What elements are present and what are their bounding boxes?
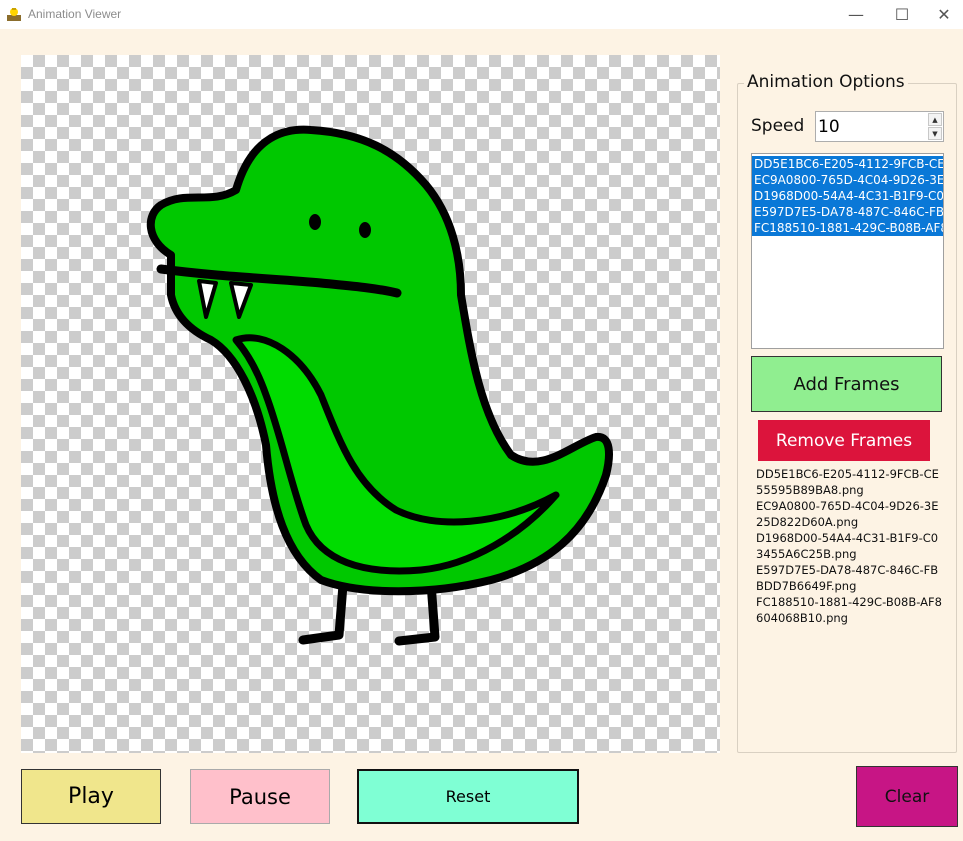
- app-icon: [6, 6, 22, 22]
- clear-button[interactable]: Clear: [856, 766, 958, 827]
- dinosaur-frame-image: [146, 125, 613, 646]
- title-bar: Animation Viewer — ☐ ✕: [0, 0, 963, 29]
- add-frames-button[interactable]: Add Frames: [751, 356, 942, 412]
- animation-canvas: [21, 55, 720, 753]
- speed-stepper[interactable]: ▲ ▼: [815, 111, 944, 142]
- speed-label: Speed: [751, 116, 805, 136]
- list-item[interactable]: EC9A0800-765D-4C04-9D26-3E25D822D60A.png: [752, 172, 943, 188]
- animation-options-title: Animation Options: [744, 72, 908, 92]
- list-item[interactable]: E597D7E5-DA78-487C-846C-FBBDD7B6649F.png: [752, 204, 943, 220]
- frame-list[interactable]: DD5E1BC6-E205-4112-9FCB-CE55595B89BA8.pn…: [751, 153, 944, 349]
- list-item[interactable]: FC188510-1881-429C-B08B-AF8604068B10.png: [752, 220, 943, 236]
- speed-input[interactable]: [818, 114, 922, 139]
- window-title: Animation Viewer: [28, 7, 122, 21]
- list-item[interactable]: DD5E1BC6-E205-4112-9FCB-CE55595B89BA8.pn…: [752, 156, 943, 172]
- spin-down-icon[interactable]: ▼: [928, 127, 942, 140]
- frame-names-text: DD5E1BC6-E205-4112-9FCB-CE55595B89BA8.pn…: [756, 467, 942, 625]
- play-button[interactable]: Play: [21, 769, 161, 824]
- pause-button[interactable]: Pause: [190, 769, 330, 824]
- close-button[interactable]: ✕: [921, 0, 963, 29]
- spin-up-icon[interactable]: ▲: [928, 113, 942, 126]
- maximize-button[interactable]: ☐: [879, 0, 925, 29]
- remove-frames-button[interactable]: Remove Frames: [758, 420, 930, 461]
- minimize-button[interactable]: —: [833, 0, 879, 29]
- reset-button[interactable]: Reset: [357, 769, 579, 824]
- list-item[interactable]: D1968D00-54A4-4C31-B1F9-C03455A6C25B.png: [752, 188, 943, 204]
